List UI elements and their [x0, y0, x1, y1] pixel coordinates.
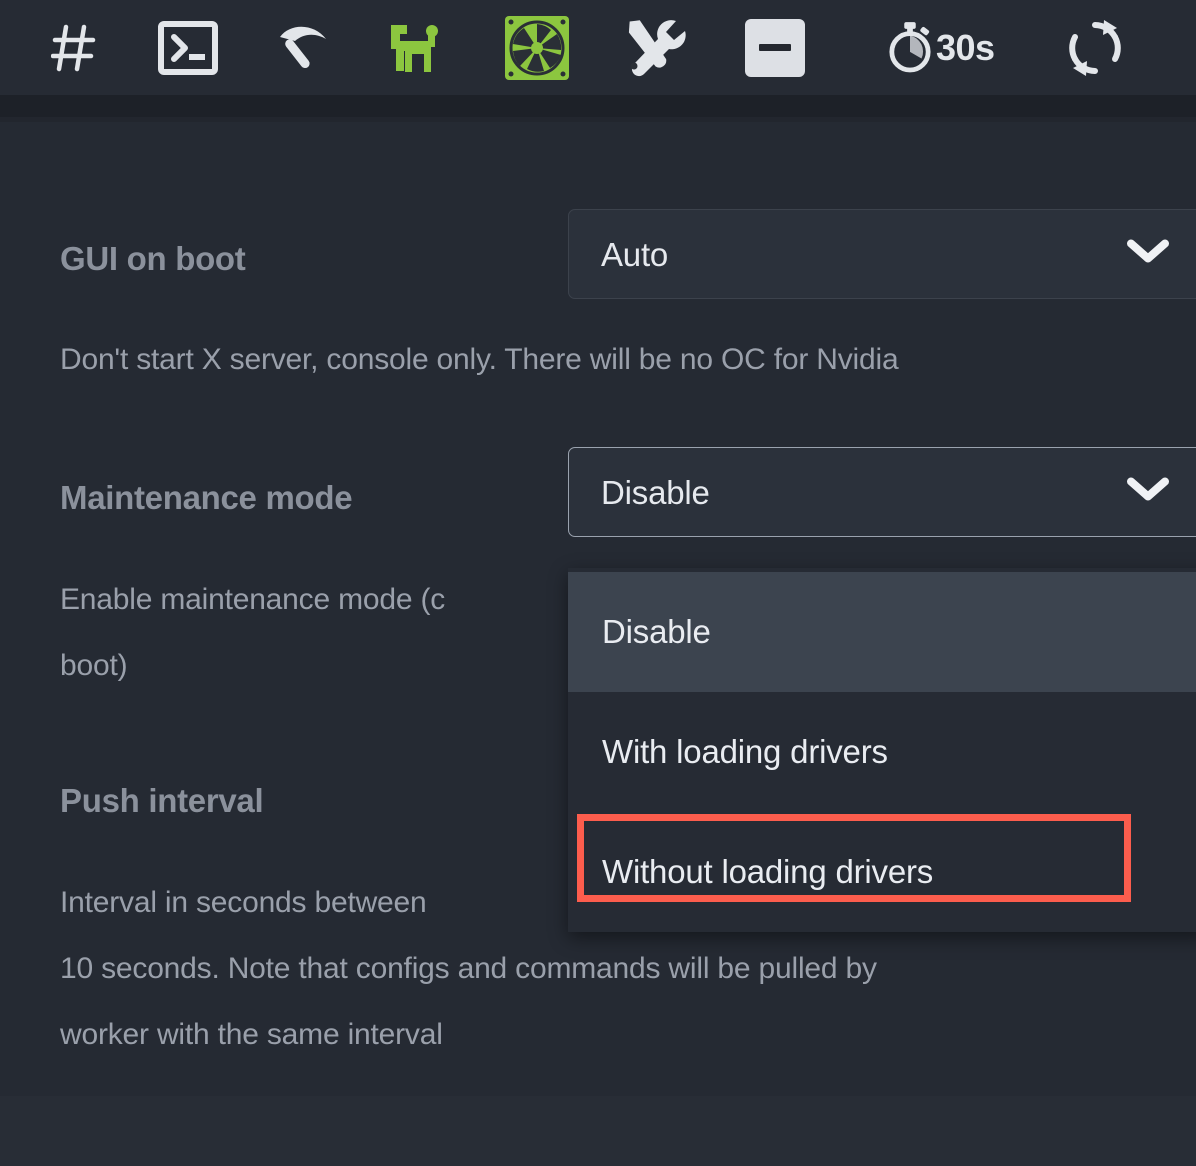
toolbar-separator [0, 95, 1196, 117]
field-label-gui-on-boot: GUI on boot [60, 240, 246, 277]
dropdown-option-disable[interactable]: Disable [568, 572, 1196, 692]
pickaxe-icon[interactable] [274, 0, 334, 95]
select-gui-on-boot[interactable]: Auto [568, 209, 1196, 299]
field-description-push-interval-line3: worker with the same interval [60, 1018, 443, 1051]
field-description-gui-on-boot: Don't start X server, console only. Ther… [60, 343, 899, 376]
fan-icon[interactable] [504, 0, 570, 95]
field-label-push-interval: Push interval [60, 782, 264, 819]
dropdown-option-without-loading-drivers[interactable]: Without loading drivers [568, 812, 1196, 932]
hive-os-settings-screen: 30s GUI on boot Don't start X server, co… [0, 0, 1196, 1166]
top-toolbar: 30s [0, 0, 1196, 95]
minus-box-icon[interactable] [743, 0, 807, 95]
maintenance-mode-dropdown[interactable]: Disable With loading drivers Without loa… [568, 568, 1196, 932]
dropdown-option-label: Without loading drivers [602, 853, 934, 890]
select-value-maintenance-mode: Disable [601, 474, 710, 511]
footer-band [0, 1096, 1196, 1166]
stopwatch-timer-label: 30s [936, 27, 995, 68]
chevron-down-icon [1127, 477, 1169, 508]
select-maintenance-mode[interactable]: Disable [568, 447, 1196, 537]
tools-icon[interactable] [620, 0, 686, 95]
dropdown-option-label: Disable [602, 613, 711, 650]
stopwatch-icon[interactable] [888, 0, 932, 95]
terminal-icon[interactable] [157, 0, 219, 95]
dog-icon[interactable] [385, 0, 453, 95]
refresh-icon[interactable] [1065, 0, 1125, 95]
field-description-push-interval-line2: 10 seconds. Note that configs and comman… [60, 952, 877, 985]
hash-icon[interactable] [50, 0, 98, 95]
dropdown-option-label: With loading drivers [602, 733, 888, 770]
chevron-down-icon [1127, 239, 1169, 270]
field-label-maintenance-mode: Maintenance mode [60, 479, 353, 516]
dropdown-option-with-loading-drivers[interactable]: With loading drivers [568, 692, 1196, 812]
select-value-gui-on-boot: Auto [601, 236, 669, 273]
